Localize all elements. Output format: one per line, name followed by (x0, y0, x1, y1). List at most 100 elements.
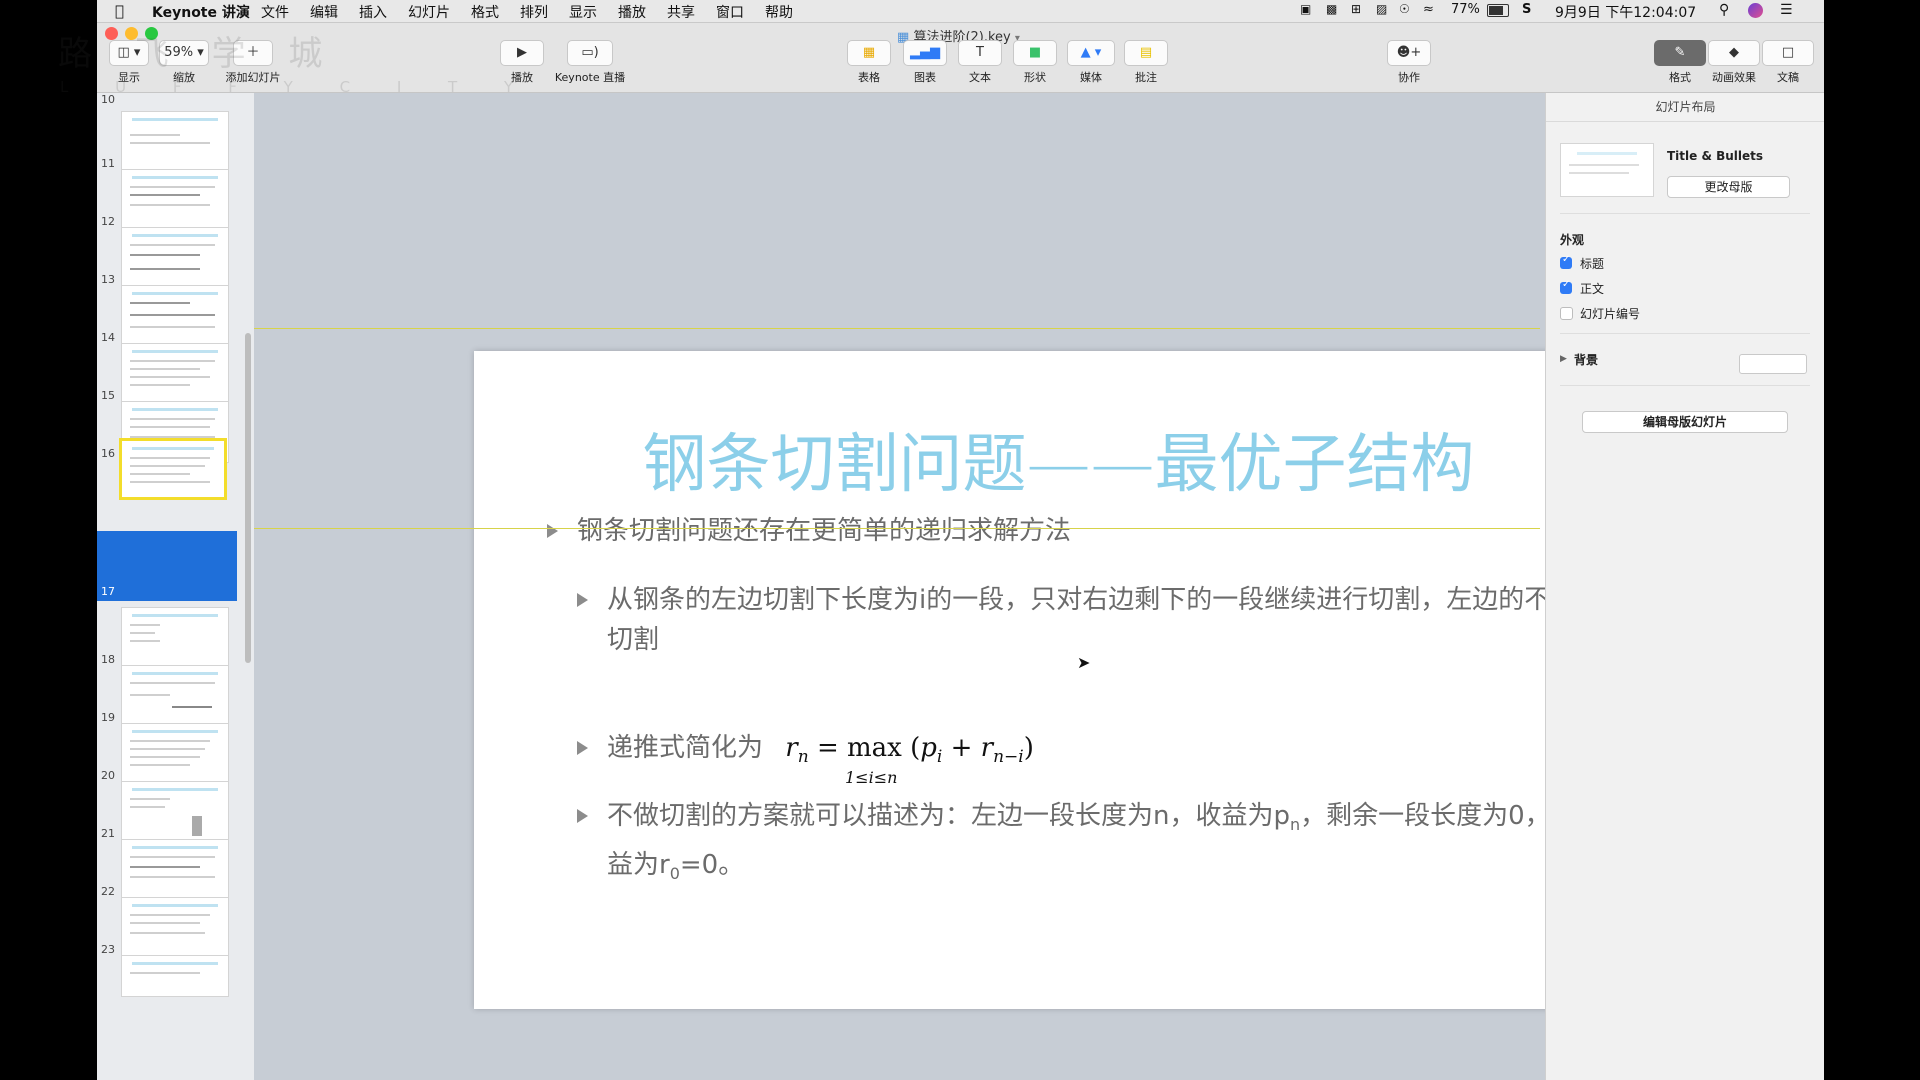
chart-button[interactable]: ▂▄▆ 图表 (903, 40, 947, 85)
menu-file[interactable]: 文件 (261, 2, 289, 22)
edit-master-slide-button[interactable]: 编辑母版幻灯片 (1582, 411, 1788, 433)
bullet-triangle-icon (547, 524, 558, 538)
airdrop-icon[interactable]: ☉ (1399, 2, 1410, 16)
spotlight-search-icon[interactable]: ⚲ (1719, 2, 1729, 18)
slide-thumbnail[interactable] (121, 897, 229, 959)
app-menu[interactable]: Keynote 讲演 (152, 2, 250, 22)
menu-window[interactable]: 窗口 (716, 2, 744, 22)
collaborate-button[interactable]: ☻+ 协作 (1387, 40, 1431, 85)
menu-help[interactable]: 帮助 (765, 2, 793, 22)
format-inspector-button[interactable]: ✎ 格式 (1654, 40, 1706, 85)
menu-extra-icon[interactable]: ▩ (1326, 2, 1337, 16)
menu-arrange[interactable]: 排列 (520, 2, 548, 22)
slide-thumbnail[interactable] (121, 343, 229, 405)
watermark-logo-sub: L U F F Y C I T Y (60, 78, 535, 96)
slide-number-checkbox[interactable] (1560, 307, 1573, 320)
text-button[interactable]: T 文本 (958, 40, 1002, 85)
siri-icon[interactable] (1748, 3, 1763, 18)
slide-thumbnail[interactable] (121, 781, 229, 843)
slide-thumbnail-selected[interactable] (119, 438, 227, 500)
collaborate-icon: ☻+ (1387, 40, 1431, 66)
mouse-cursor-icon: ➤ (1077, 653, 1091, 672)
menu-edit[interactable]: 编辑 (310, 2, 338, 22)
slide-thumbnail[interactable] (121, 723, 229, 785)
media-icon: ▲ ▾ (1067, 40, 1115, 66)
slide-thumbnail[interactable] (121, 955, 229, 997)
slide-thumbnail[interactable] (121, 285, 229, 347)
document-inspector-button[interactable]: □ 文稿 (1762, 40, 1814, 85)
layout-name: Title & Bullets (1667, 149, 1764, 163)
selected-slide-highlight (97, 531, 237, 601)
keynote-live-icon: ▭) (567, 40, 613, 66)
comment-button[interactable]: ▤ 批注 (1124, 40, 1168, 85)
table-button[interactable]: ▦ 表格 (847, 40, 891, 85)
slide-thumbnail[interactable] (121, 607, 229, 669)
slide-number: 18 (101, 653, 115, 666)
navigator-scrollbar[interactable] (245, 333, 251, 663)
slide-number: 12 (101, 215, 115, 228)
change-master-button[interactable]: 更改母版 (1667, 176, 1790, 198)
battery-icon[interactable] (1487, 4, 1509, 17)
background-label[interactable]: 背景 (1574, 351, 1598, 368)
sub-bullet-2[interactable]: 递推式简化为 rn = max 1≤i≤n (pi + rn−i) (607, 728, 1034, 787)
sub-bullet-1[interactable]: 从钢条的左边切割下长度为i的一段，只对右边剩下的一段继续进行切割，左边的不再切割 (607, 580, 1587, 660)
wifi-icon[interactable]: ≈ (1423, 2, 1434, 17)
sogou-icon[interactable]: S (1522, 2, 1531, 17)
divider (1560, 385, 1810, 386)
bullet-triangle-icon (577, 741, 588, 755)
document-inspector-icon: □ (1762, 40, 1814, 66)
slide-thumbnail[interactable] (121, 111, 229, 173)
chart-icon: ▂▄▆ (903, 40, 947, 66)
menu-view[interactable]: 显示 (569, 2, 597, 22)
title-checkbox[interactable]: ✓ (1560, 254, 1572, 269)
animate-inspector-button[interactable]: ◆ 动画效果 (1704, 40, 1764, 85)
notification-center-icon[interactable]: ☰ (1780, 2, 1793, 18)
body-checkbox-label: 正文 (1580, 282, 1605, 296)
text-icon: T (958, 40, 1002, 66)
divider (1560, 213, 1810, 214)
keynote-live-button[interactable]: ▭) Keynote 直播 (552, 40, 628, 85)
comment-icon: ▤ (1124, 40, 1168, 66)
menu-play[interactable]: 播放 (618, 2, 646, 22)
slide-thumbnail[interactable] (121, 665, 229, 727)
media-button[interactable]: ▲ ▾ 媒体 (1067, 40, 1115, 85)
title-checkbox-label: 标题 (1580, 257, 1605, 271)
menu-slide[interactable]: 幻灯片 (408, 2, 450, 22)
bullet-1[interactable]: 钢条切割问题还存在更简单的递归求解方法 (577, 511, 1071, 551)
slide[interactable]: 钢条切割问题——最优子结构 钢条切割问题还存在更简单的递归求解方法 从钢条的左边… (474, 351, 1643, 1009)
divider (1560, 333, 1810, 334)
menu-insert[interactable]: 插入 (359, 2, 387, 22)
grid-icon[interactable]: ⊞ (1351, 2, 1361, 16)
slide-canvas[interactable]: 钢条切割问题——最优子结构 钢条切割问题还存在更简单的递归求解方法 从钢条的左边… (254, 93, 1643, 1080)
play-icon: ▶ (500, 40, 544, 66)
slide-number: 20 (101, 769, 115, 782)
slide-thumbnail[interactable] (121, 227, 229, 289)
menu-share[interactable]: 共享 (667, 2, 695, 22)
master-thumbnail[interactable] (1560, 143, 1654, 197)
table-icon: ▦ (847, 40, 891, 66)
menu-bar:  Keynote 讲演 文件 编辑 插入 幻灯片 格式 排列 显示 播放 共享… (97, 0, 1824, 23)
clock[interactable]: 9月9日 下午12:04:07 (1555, 2, 1696, 22)
slide-number: 16 (101, 447, 115, 460)
disclosure-triangle-icon[interactable]: ▶ (1560, 354, 1567, 364)
inspector-header: 幻灯片布局 (1546, 93, 1824, 122)
menu-format[interactable]: 格式 (471, 2, 499, 22)
format-inspector: 幻灯片布局 Title & Bullets 更改母版 外观 ✓ 标题 ✓ 正文 … (1545, 93, 1824, 1080)
slide-number: 15 (101, 389, 115, 402)
shape-button[interactable]: ■ 形状 (1013, 40, 1057, 85)
animate-icon: ◆ (1708, 40, 1760, 66)
input-icon[interactable]: ▨ (1376, 2, 1387, 16)
background-color-well[interactable] (1739, 354, 1807, 374)
sub-bullet-3[interactable]: 不做切割的方案就可以描述为：左边一段长度为n，收益为pn，剩余一段长度为0，收益… (607, 796, 1587, 894)
slide-navigator[interactable]: 10 11 12 13 14 15 16 17 18 19 20 21 22 2… (97, 93, 254, 1080)
slide-title[interactable]: 钢条切割问题——最优子结构 (474, 413, 1643, 505)
screen-record-icon[interactable]: ▣ (1300, 2, 1311, 16)
slide-thumbnail[interactable] (121, 169, 229, 231)
slide-thumbnail[interactable] (121, 839, 229, 901)
body-checkbox[interactable]: ✓ (1560, 279, 1572, 294)
slide-number: 19 (101, 711, 115, 724)
slide-number: 22 (101, 885, 115, 898)
apple-icon[interactable]:  (115, 2, 124, 20)
recurrence-formula: rn = max 1≤i≤n (pi + rn−i) (785, 733, 1034, 787)
shape-icon: ■ (1013, 40, 1057, 66)
